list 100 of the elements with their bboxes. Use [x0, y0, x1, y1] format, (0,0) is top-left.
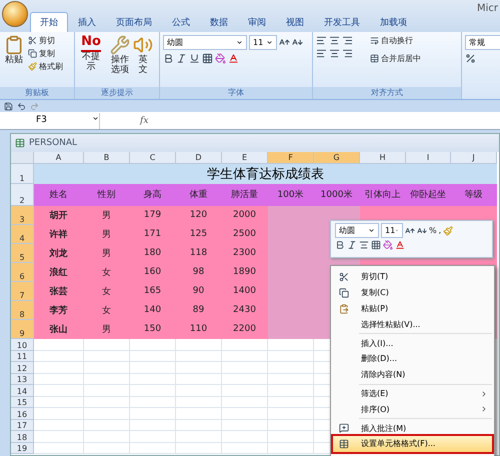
ribbon-tab[interactable]: 插入: [68, 12, 106, 32]
percent-icon[interactable]: [465, 53, 476, 64]
ribbon-tab[interactable]: 页面布局: [106, 12, 162, 32]
menu-item[interactable]: 粘贴(P): [333, 300, 492, 316]
font-name-field[interactable]: 幼圆: [335, 223, 379, 238]
row-header[interactable]: 5: [11, 244, 34, 263]
column-header[interactable]: H: [360, 152, 406, 164]
row-header[interactable]: 15: [11, 396, 34, 408]
table-cell: 性别: [84, 184, 130, 206]
menu-item[interactable]: 插入批注(M): [333, 420, 492, 436]
fill-color-icon[interactable]: [383, 240, 393, 250]
save-icon[interactable]: [4, 102, 13, 110]
align-center-icon[interactable]: [359, 240, 369, 250]
underline-icon[interactable]: [189, 53, 200, 64]
column-header[interactable]: F: [268, 152, 314, 164]
font-name-field[interactable]: 幼圆: [163, 35, 247, 50]
function-button[interactable]: fx: [140, 116, 148, 126]
grow-font-icon[interactable]: [279, 37, 290, 48]
percent-button[interactable]: %: [429, 226, 437, 235]
align-center-icon[interactable]: [329, 35, 340, 46]
clipboard-button[interactable]: 复制: [28, 48, 63, 59]
menu-item[interactable]: 选择性粘贴(V)...: [333, 316, 492, 332]
clipboard-button[interactable]: 格式刷: [28, 61, 63, 72]
bold-icon[interactable]: [335, 240, 345, 250]
scissors-icon: [339, 272, 349, 282]
font-color-icon[interactable]: [228, 53, 239, 64]
row-header[interactable]: 10: [11, 339, 34, 350]
ribbon-tab[interactable]: 数据: [200, 12, 238, 32]
align-left-icon[interactable]: [316, 35, 327, 46]
column-header[interactable]: E: [222, 152, 268, 164]
clipboard-button[interactable]: 剪切: [28, 35, 63, 46]
row-header[interactable]: 14: [11, 385, 34, 396]
column-header[interactable]: I: [406, 152, 451, 164]
merge-center-button[interactable]: 合并后居中: [370, 53, 421, 64]
align-right-icon[interactable]: [342, 35, 353, 46]
number-format-field[interactable]: 常规: [465, 35, 500, 50]
menu-item[interactable]: 筛选(E): [333, 386, 492, 402]
border-icon[interactable]: [202, 53, 213, 64]
row-header[interactable]: 9: [11, 320, 34, 339]
column-header[interactable]: C: [130, 152, 176, 164]
align-center-icon[interactable]: [329, 48, 340, 59]
office-button[interactable]: [2, 1, 28, 27]
copy-icon: [28, 49, 37, 58]
wrap-text-button[interactable]: 自动换行: [370, 35, 421, 46]
menu-item[interactable]: 复制(C): [333, 284, 492, 301]
menu-item[interactable]: 排序(O): [333, 401, 492, 418]
ribbon-tab[interactable]: 公式: [162, 12, 200, 32]
name-box[interactable]: F3: [0, 112, 100, 128]
ribbon-tab[interactable]: 开发工具: [314, 12, 370, 32]
wrench-icon: [110, 35, 130, 55]
workbook-icon: [15, 138, 25, 148]
column-header[interactable]: A: [34, 152, 84, 164]
column-header[interactable]: G: [314, 152, 360, 164]
row-header[interactable]: 17: [11, 420, 34, 431]
align-left-icon[interactable]: [316, 48, 327, 59]
font-size-field[interactable]: 11: [249, 35, 277, 50]
column-header[interactable]: B: [84, 152, 130, 164]
row-header[interactable]: 3: [11, 206, 34, 225]
italic-icon[interactable]: [176, 53, 187, 64]
italic-icon[interactable]: [347, 240, 357, 250]
table-cell: [176, 408, 222, 420]
shrink-font-icon[interactable]: [417, 226, 427, 236]
border-icon[interactable]: [371, 240, 381, 250]
row-header[interactable]: 13: [11, 374, 34, 385]
row-header[interactable]: 16: [11, 408, 34, 420]
menu-item[interactable]: 设置单元格格式(F)...: [333, 436, 492, 452]
tip-button[interactable]: No 不提示: [78, 35, 104, 73]
undo-icon[interactable]: [17, 102, 26, 110]
menu-item[interactable]: 清除内容(N): [333, 366, 492, 383]
row-header[interactable]: 6: [11, 263, 34, 282]
shrink-font-icon[interactable]: [292, 37, 303, 48]
column-header[interactable]: D: [176, 152, 222, 164]
row-header[interactable]: 2: [11, 184, 34, 206]
ribbon-tab[interactable]: 审阅: [238, 12, 276, 32]
grow-font-icon[interactable]: [405, 226, 415, 236]
row-header[interactable]: 1: [11, 164, 34, 184]
fill-color-icon[interactable]: [215, 53, 226, 64]
ribbon-tab[interactable]: 开始: [30, 12, 68, 32]
row-header[interactable]: 12: [11, 362, 34, 374]
menu-item[interactable]: 剪切(T): [333, 269, 492, 285]
row-header[interactable]: 7: [11, 282, 34, 301]
row-header[interactable]: 4: [11, 225, 34, 244]
row-header[interactable]: 18: [11, 431, 34, 442]
table-cell: 男: [84, 244, 130, 263]
font-color-icon[interactable]: [395, 240, 405, 250]
tip-button[interactable]: 英文: [136, 35, 150, 76]
font-size-field[interactable]: 11: [381, 223, 403, 238]
menu-item[interactable]: 插入(I)...: [333, 335, 492, 351]
ribbon-tab[interactable]: 视图: [276, 12, 314, 32]
column-header[interactable]: J: [451, 152, 497, 164]
paste-button[interactable]: 粘贴: [3, 35, 25, 66]
row-header[interactable]: 8: [11, 301, 34, 320]
menu-item[interactable]: 删除(D)...: [333, 350, 492, 367]
table-cell: [130, 385, 176, 396]
align-right-icon[interactable]: [342, 48, 353, 59]
row-header[interactable]: 11: [11, 350, 34, 362]
row-header[interactable]: 19: [11, 442, 34, 454]
tip-button[interactable]: 操作选项: [107, 35, 133, 76]
ribbon-tab[interactable]: 加载项: [370, 12, 417, 32]
bold-icon[interactable]: [163, 53, 174, 64]
